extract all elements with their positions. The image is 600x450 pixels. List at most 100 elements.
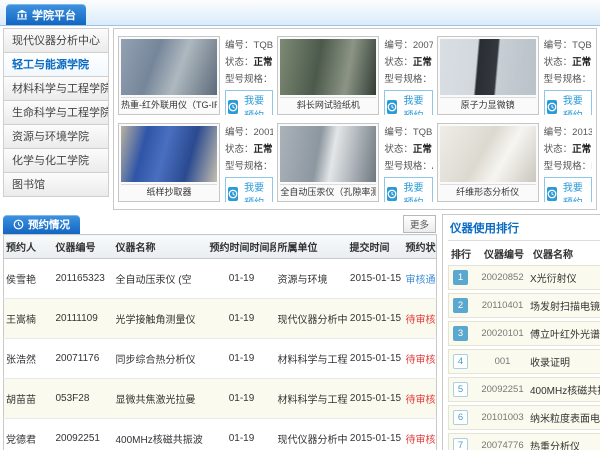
clock-icon xyxy=(13,219,24,230)
reservation-row: 胡苗苗 053F28 显微共焦激光拉曼 01-19 材料科学与工程学 2015-… xyxy=(4,379,437,419)
equipment-photo xyxy=(440,126,536,182)
rank-code: 20074776 xyxy=(475,440,530,450)
reserve-button-label: 我要预约 xyxy=(241,92,267,115)
reservation-row: 王嵩楠 20111109 光学接触角测量仪 01-19 现代仪器分析中心 201… xyxy=(4,299,437,339)
submitted-cell: 2015-01-15 xyxy=(348,339,404,379)
equipment-info: 编号：TQBM201310 状态：正常 型号规格：STA449 我要预约 xyxy=(225,36,273,115)
rank-code: 20101003 xyxy=(475,412,530,423)
sidebar-item-modern-instrument-center[interactable]: 现代仪器分析中心 xyxy=(3,28,109,53)
reserve-button[interactable]: 我要预约 xyxy=(544,90,592,115)
equipment-name: 斜长网试验纸机 xyxy=(280,97,376,111)
ranking-title: 仪器使用排行 xyxy=(448,217,600,241)
equipment-photo-box: 全自动压汞仪（孔隙率测定 xyxy=(277,123,379,202)
main-content: 现代仪器分析中心 轻工与能源学院 材料科学与工程学院 生命科学与工程学院 资源与… xyxy=(0,26,600,210)
code-value: 20074271 xyxy=(413,40,433,51)
code-value: TQBM201310 xyxy=(254,40,274,51)
code-label: 编号： xyxy=(544,40,573,51)
platform-tab-label: 学院平台 xyxy=(32,7,76,23)
timeslot-cell: 01-19 xyxy=(208,419,276,450)
equipment-photo xyxy=(280,39,376,95)
reserve-button[interactable]: 我要预约 xyxy=(225,90,273,115)
rank-instrument-name: 场发射扫描电镜 xyxy=(530,298,600,313)
status-pending-label: 待审核 xyxy=(406,395,436,406)
sidebar-item-chemistry[interactable]: 化学与化工学院 xyxy=(3,148,109,173)
equipment-card: 全自动压汞仪（孔隙率测定 编号：TQBM201310 状态：正常 型号规格：Au… xyxy=(277,123,432,202)
unit-cell: 材料科学与工程学 xyxy=(276,379,348,419)
sidebar-item-library[interactable]: 图书馆 xyxy=(3,172,109,197)
clock-plus-icon xyxy=(387,100,397,114)
code-label: 编号： xyxy=(544,127,573,138)
rank-code: 20092251 xyxy=(475,384,530,395)
unit-cell: 材料科学与工程学 xyxy=(276,339,348,379)
code-label: 编号： xyxy=(225,40,254,51)
reserve-button[interactable]: 我要预约 xyxy=(225,177,273,202)
model-label: 型号规格： xyxy=(544,74,592,85)
instrument-cell: 光学接触角测量仪 xyxy=(114,299,208,339)
reservations-tab[interactable]: 预约情况 xyxy=(3,215,80,234)
model-label: 型号规格： xyxy=(384,161,432,172)
person-cell: 张浩然 xyxy=(4,339,54,379)
instrument-cell: 全自动压汞仪 (空 xyxy=(114,259,208,299)
ranking-row: 5 20092251 400MHz核磁共振波谱仪 xyxy=(448,377,600,402)
person-cell: 胡苗苗 xyxy=(4,379,54,419)
reservations-tab-label: 预约情况 xyxy=(28,217,70,232)
equipment-photo xyxy=(121,39,217,95)
status-label: 状态： xyxy=(544,144,573,155)
clock-plus-icon xyxy=(547,100,557,114)
equipment-info: 编号：20011094 状态：正常 型号规格：BBS-3 我要预约 xyxy=(225,123,273,202)
rank-code: 20020852 xyxy=(475,272,530,283)
equipment-photo-box: 原子力显微镜 xyxy=(437,36,539,115)
sidebar-item-light-industry-energy[interactable]: 轻工与能源学院 xyxy=(3,52,109,77)
clock-plus-icon xyxy=(228,100,238,114)
code-value: TQBM201310 xyxy=(572,40,592,51)
col-instrument-code: 仪器编号 xyxy=(54,235,114,259)
ranking-row: 4 001 收录证明 xyxy=(448,349,600,374)
model-value: BBS-3 xyxy=(273,161,274,172)
unit-cell: 现代仪器分析中心 xyxy=(276,419,348,450)
ranking-row: 3 20020101 傅立叶红外光谱仪 xyxy=(448,321,600,346)
submitted-cell: 2015-01-15 xyxy=(348,299,404,339)
equipment-card: 斜长网试验纸机 编号：20074271 状态：正常 型号规格： 我要预约 xyxy=(277,36,432,115)
status-value: 正常 xyxy=(413,144,432,155)
status-value: 正常 xyxy=(254,57,273,68)
equipment-card: 热重-红外联用仪（TG-IR） 编号：TQBM201310 状态：正常 型号规格… xyxy=(118,36,273,115)
reserve-button-label: 我要预约 xyxy=(560,92,586,115)
status-pending-label: 待审核 xyxy=(406,315,436,326)
status-approved-link[interactable]: 审核通过 xyxy=(406,275,437,286)
rank-instrument-name: 傅立叶红外光谱仪 xyxy=(530,326,600,341)
code-label: 编号： xyxy=(225,127,254,138)
sidebar-item-materials-science[interactable]: 材料科学与工程学院 xyxy=(3,76,109,101)
lab-reservation-page: 学院平台 现代仪器分析中心 轻工与能源学院 材料科学与工程学院 生命科学与工程学… xyxy=(0,0,600,450)
more-button[interactable]: 更多 xyxy=(403,215,436,233)
col-timeslot: 预约时间时间段 xyxy=(208,235,276,259)
rank-badge: 7 xyxy=(453,438,468,450)
equipment-photo xyxy=(121,126,217,182)
timeslot-cell: 01-19 xyxy=(208,339,276,379)
code-label: 编号： xyxy=(384,127,413,138)
equipment-info: 编号：TQBM201310 状态：正常 型号规格： 我要预约 xyxy=(544,36,592,115)
ranking-col-name: 仪器名称 xyxy=(533,246,600,261)
clock-plus-icon xyxy=(387,187,397,201)
rank-badge: 5 xyxy=(453,382,468,397)
code-cell: 201165323 xyxy=(54,259,114,299)
col-status: 预约状态 xyxy=(404,235,437,259)
status-pending-label: 待审核 xyxy=(406,435,436,446)
sidebar-item-life-science[interactable]: 生命科学与工程学院 xyxy=(3,100,109,125)
reserve-button[interactable]: 我要预约 xyxy=(384,90,432,115)
col-submitted: 提交时间 xyxy=(348,235,404,259)
college-platform-tab[interactable]: 学院平台 xyxy=(6,4,86,25)
ranking-row: 7 20074776 热重分析仪 xyxy=(448,433,600,450)
reserve-button[interactable]: 我要预约 xyxy=(384,177,432,202)
sidebar-item-resources-environment[interactable]: 资源与环境学院 xyxy=(3,124,109,149)
reserve-button[interactable]: 我要预约 xyxy=(544,177,592,202)
status-value: 正常 xyxy=(572,144,591,155)
person-cell: 侯雪艳 xyxy=(4,259,54,299)
equipment-card: 纸样抄取器 编号：20011094 状态：正常 型号规格：BBS-3 我要预约 xyxy=(118,123,273,202)
unit-cell: 现代仪器分析中心 xyxy=(276,299,348,339)
equipment-name: 纤维形态分析仪 xyxy=(440,184,536,198)
reservations-panel: 预约情况 更多 预约人 仪器编号 仪器名称 预约时间时间段 所属单位 提 xyxy=(3,214,436,450)
equipment-name: 热重-红外联用仪（TG-IR） xyxy=(121,97,217,111)
code-cell: 20111109 xyxy=(54,299,114,339)
code-value: TQBM201310 xyxy=(413,127,433,138)
rank-code: 001 xyxy=(475,356,530,367)
